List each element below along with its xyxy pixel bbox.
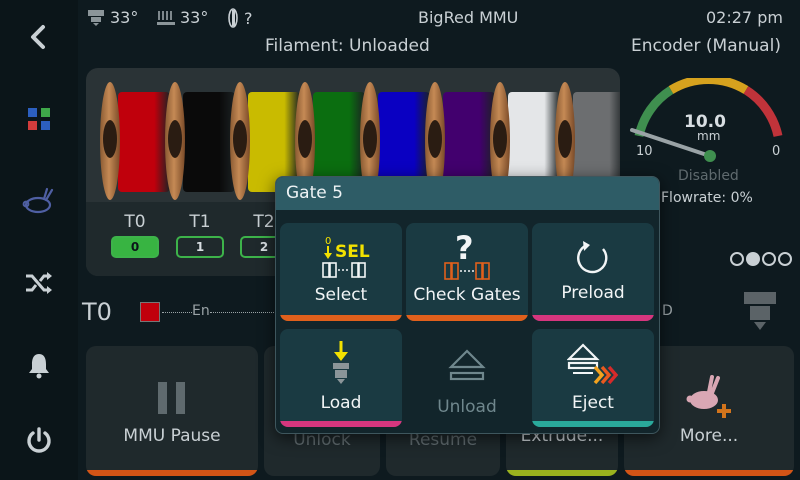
fan-icon: [228, 8, 238, 28]
load-icon: [280, 339, 402, 385]
page-dot-active: [746, 252, 760, 266]
eject-button[interactable]: Eject: [532, 329, 654, 427]
gate-label-t1: T1: [189, 212, 211, 232]
heated-bed-icon: [157, 10, 175, 25]
back-button[interactable]: [14, 12, 64, 62]
mmu-pause-button[interactable]: MMU Pause: [86, 346, 258, 476]
toolhead-label-short: D: [662, 303, 673, 319]
spool-hub: [428, 120, 442, 158]
eject-arrow-icon: [532, 343, 654, 387]
chevron-left-icon: [31, 25, 45, 49]
load-label: Load: [320, 393, 362, 413]
flowrate: Flowrate: 0%: [661, 190, 753, 206]
encoder-label-short: En: [192, 303, 210, 319]
shuffle-icon: [26, 272, 52, 294]
bell-icon: [29, 354, 49, 379]
spool-hub: [233, 120, 247, 158]
button-accent-bar: [506, 470, 618, 476]
button-accent-bar: [532, 421, 654, 427]
spool-hub: [558, 120, 572, 158]
shuffle-button[interactable]: [14, 258, 64, 308]
tool-color-swatch: [140, 302, 160, 322]
gauge-min: 10: [636, 144, 653, 159]
eject-icon: [406, 347, 528, 387]
check-gates-icon: ?: [406, 229, 528, 281]
button-accent-bar: [406, 315, 528, 321]
status-bar: 33° 33° ? BigRed MMU 02:27 pm: [78, 0, 800, 36]
page-dot: [778, 252, 792, 266]
mmu-button[interactable]: [14, 176, 64, 226]
gate-dialog: Gate 5 0 SEL Select ? Check Gates Preloa…: [275, 176, 660, 434]
current-tool: T0: [82, 298, 112, 326]
svg-text:SEL: SEL: [335, 242, 370, 262]
button-accent-bar: [280, 421, 402, 427]
select-label: Select: [314, 285, 368, 305]
bed-temp: 33°: [156, 8, 208, 27]
clock: 02:27 pm: [706, 8, 783, 27]
preload-label: Preload: [561, 283, 625, 303]
grid-icon: [28, 108, 50, 130]
power-button[interactable]: [14, 416, 64, 466]
check-gates-label: Check Gates: [413, 285, 521, 305]
gate-badge-0[interactable]: 0: [111, 236, 159, 258]
unload-label: Unload: [437, 397, 497, 417]
gauge-max: 0: [772, 144, 781, 159]
svg-text:?: ?: [455, 229, 474, 267]
svg-text:0: 0: [325, 236, 331, 247]
notifications-button[interactable]: [14, 340, 64, 390]
encoder-label: Encoder (Manual): [631, 36, 781, 56]
check-gates-button[interactable]: ? Check Gates: [406, 223, 528, 321]
button-accent-bar: [280, 315, 402, 321]
spool-hub: [363, 120, 377, 158]
eject-label: Eject: [572, 393, 614, 413]
unload-button[interactable]: Unload: [406, 329, 528, 427]
rabbit-plus-icon: [686, 375, 731, 418]
button-accent-bar: [532, 315, 654, 321]
refresh-icon: [532, 239, 654, 277]
encoder-gauge: 10.0 mm 10 0: [626, 74, 796, 178]
page-dot: [762, 252, 776, 266]
power-icon: [27, 427, 51, 453]
fan-status: ?: [226, 8, 253, 28]
spool-hub: [298, 120, 312, 158]
gate-label-t0: T0: [124, 212, 146, 232]
toolhead-icon: [744, 292, 776, 330]
spool-hub: [493, 120, 507, 158]
page-dot: [730, 252, 744, 266]
path-line: [162, 312, 192, 313]
spool-hub: [103, 120, 117, 158]
extruder-icon: [88, 9, 104, 26]
load-button[interactable]: Load: [280, 329, 402, 427]
mmu-pause-label: MMU Pause: [123, 426, 221, 446]
gate-badge-1[interactable]: 1: [176, 236, 224, 258]
select-button[interactable]: 0 SEL Select: [280, 223, 402, 321]
gauge-state: Disabled: [678, 168, 739, 184]
dashboard-button[interactable]: [14, 94, 64, 144]
filament-status: Filament: Unloaded: [265, 36, 430, 56]
preload-button[interactable]: Preload: [532, 223, 654, 321]
page-indicator[interactable]: [730, 252, 792, 266]
path-line: [210, 312, 276, 313]
extruder-temp: 33°: [86, 8, 138, 27]
sidebar: [0, 0, 78, 480]
gauge-unit: mm: [697, 129, 721, 143]
spool-hub: [168, 120, 182, 158]
button-accent-bar: [86, 470, 258, 476]
pause-icon: [158, 382, 185, 414]
rabbit-icon: [22, 187, 54, 214]
button-accent-bar: [624, 470, 794, 476]
printer-title: BigRed MMU: [418, 8, 519, 27]
select-icon: 0 SEL: [280, 233, 402, 279]
dialog-title: Gate 5: [276, 177, 659, 210]
